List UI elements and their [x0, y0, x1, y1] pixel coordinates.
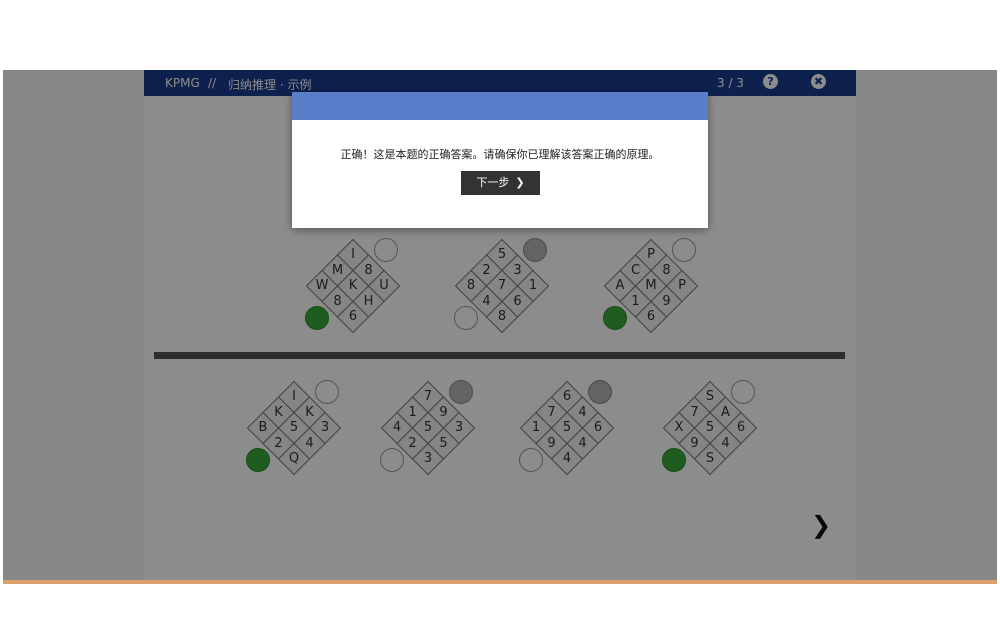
next-step-label: 下一步	[476, 176, 510, 189]
bottom-strip	[3, 580, 997, 584]
feedback-dialog: 正确！这是本题的正确答案。请确保你已理解该答案正确的原理。 下一步 ❯	[292, 92, 708, 228]
chevron-right-icon: ❯	[515, 176, 525, 189]
next-step-button[interactable]: 下一步 ❯	[461, 171, 540, 195]
dialog-header	[292, 92, 708, 120]
feedback-message: 正确！这是本题的正确答案。请确保你已理解该答案正确的原理。	[340, 148, 660, 161]
